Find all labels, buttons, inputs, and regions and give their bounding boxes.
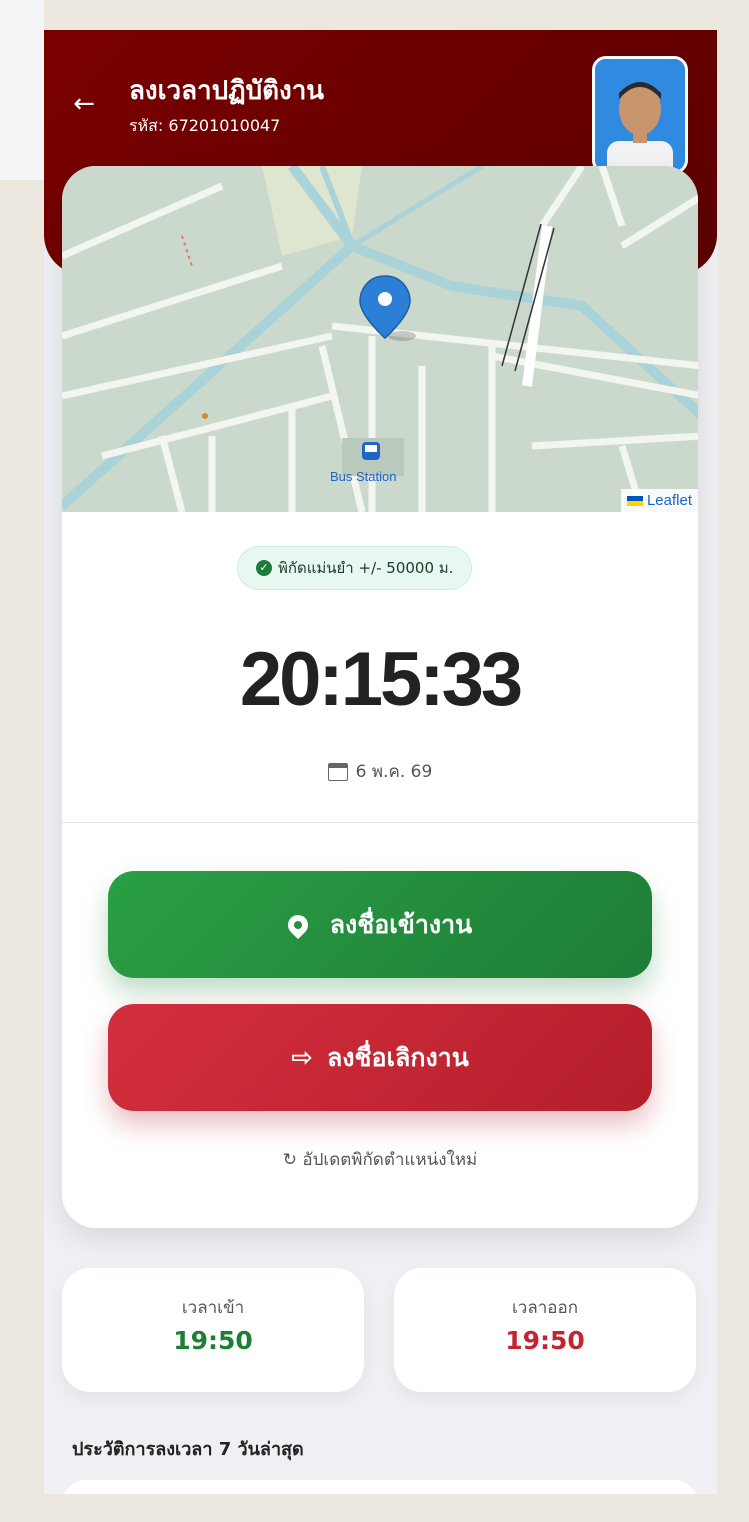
check-out-label: ลงชื่อเลิกงาน	[326, 1042, 469, 1072]
current-time: 20:15:33	[239, 637, 523, 722]
refresh-location-link[interactable]: ↻ อัปเดตพิกัดตำแหน่งใหม่	[62, 1146, 698, 1173]
divider	[62, 822, 698, 823]
page-title: ลงเวลาปฏิบัติงาน	[129, 76, 325, 106]
location-pin-icon	[283, 910, 312, 939]
background-panel	[0, 0, 44, 180]
logout-icon: ⇨	[291, 1042, 313, 1073]
app-screen: ← ลงเวลาปฏิบัติงาน รหัส: 67201010047 Bus…	[44, 30, 717, 1494]
bus-icon	[362, 442, 380, 460]
check-in-label: ลงชื่อเข้างาน	[329, 909, 473, 939]
calendar-icon	[327, 762, 348, 781]
history-list	[62, 1480, 698, 1494]
check-in-time-value: 19:50	[173, 1326, 253, 1355]
avatar	[592, 56, 688, 174]
check-in-button[interactable]: ลงชื่อเข้างาน	[108, 871, 652, 978]
location-map[interactable]: Bus Station Leaflet	[62, 166, 698, 512]
check-out-time-card: เวลาออก 19:50	[394, 1268, 696, 1392]
check-out-time-label: เวลาออก	[511, 1298, 579, 1318]
date-text: 6 พ.ค. 69	[355, 762, 433, 782]
map-attribution[interactable]: Leaflet	[620, 489, 698, 512]
accuracy-text: พิกัดแม่นยำ +/- 50000 ม.	[278, 559, 454, 577]
ukraine-flag-icon	[626, 496, 643, 507]
check-in-time-label: เวลาเข้า	[181, 1298, 245, 1318]
check-out-button[interactable]: ⇨ ลงชื่อเลิกงาน	[108, 1004, 652, 1111]
check-circle-icon: ✓	[256, 560, 272, 576]
attribution-text[interactable]: Leaflet	[647, 492, 692, 509]
back-arrow-icon[interactable]: ←	[66, 86, 102, 122]
poi-label: Bus Station	[330, 469, 397, 484]
check-in-card: Bus Station Leaflet ✓ พิกัดแม่นยำ +/- 50…	[62, 166, 698, 1228]
history-title: ประวัติการลงเวลา 7 วันล่าสุด	[72, 1439, 304, 1460]
check-out-time-value: 19:50	[505, 1326, 585, 1355]
check-in-time-card: เวลาเข้า 19:50	[62, 1268, 364, 1392]
employee-id: รหัส: 67201010047	[129, 116, 281, 135]
accuracy-badge: ✓ พิกัดแม่นยำ +/- 50000 ม.	[237, 546, 473, 590]
current-date: 6 พ.ค. 69	[62, 758, 698, 785]
